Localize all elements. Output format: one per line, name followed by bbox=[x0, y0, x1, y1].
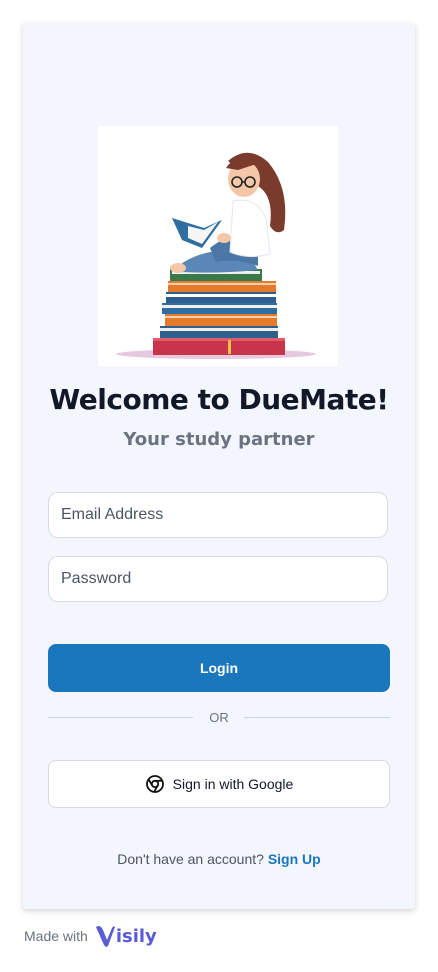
welcome-subtitle: Your study partner bbox=[123, 429, 315, 450]
student-reading-on-books-image bbox=[116, 152, 316, 359]
divider-left bbox=[48, 717, 193, 718]
welcome-title: Welcome to DueMate! bbox=[49, 383, 389, 416]
or-divider-label: OR bbox=[209, 710, 229, 725]
visily-wordmark: isily bbox=[115, 925, 157, 947]
divider-right bbox=[244, 717, 390, 718]
signup-row: Don't have an account? Sign Up bbox=[23, 851, 415, 867]
made-with-label: Made with bbox=[24, 928, 88, 944]
hero-illustration bbox=[98, 126, 338, 366]
login-card: Welcome to DueMate! Your study partner L… bbox=[23, 23, 415, 909]
google-signin-button[interactable]: Sign in with Google bbox=[48, 760, 390, 808]
signup-link[interactable]: Sign Up bbox=[268, 851, 321, 867]
made-with-footer[interactable]: Made with isily bbox=[24, 924, 157, 948]
google-icon bbox=[145, 774, 165, 794]
login-button[interactable]: Login bbox=[48, 644, 390, 692]
visily-v-icon bbox=[95, 926, 115, 947]
email-field[interactable] bbox=[48, 492, 388, 538]
visily-logo: isily bbox=[94, 924, 157, 948]
google-signin-label: Sign in with Google bbox=[172, 776, 294, 792]
signup-prompt: Don't have an account? bbox=[117, 851, 264, 867]
password-field[interactable] bbox=[48, 556, 388, 602]
